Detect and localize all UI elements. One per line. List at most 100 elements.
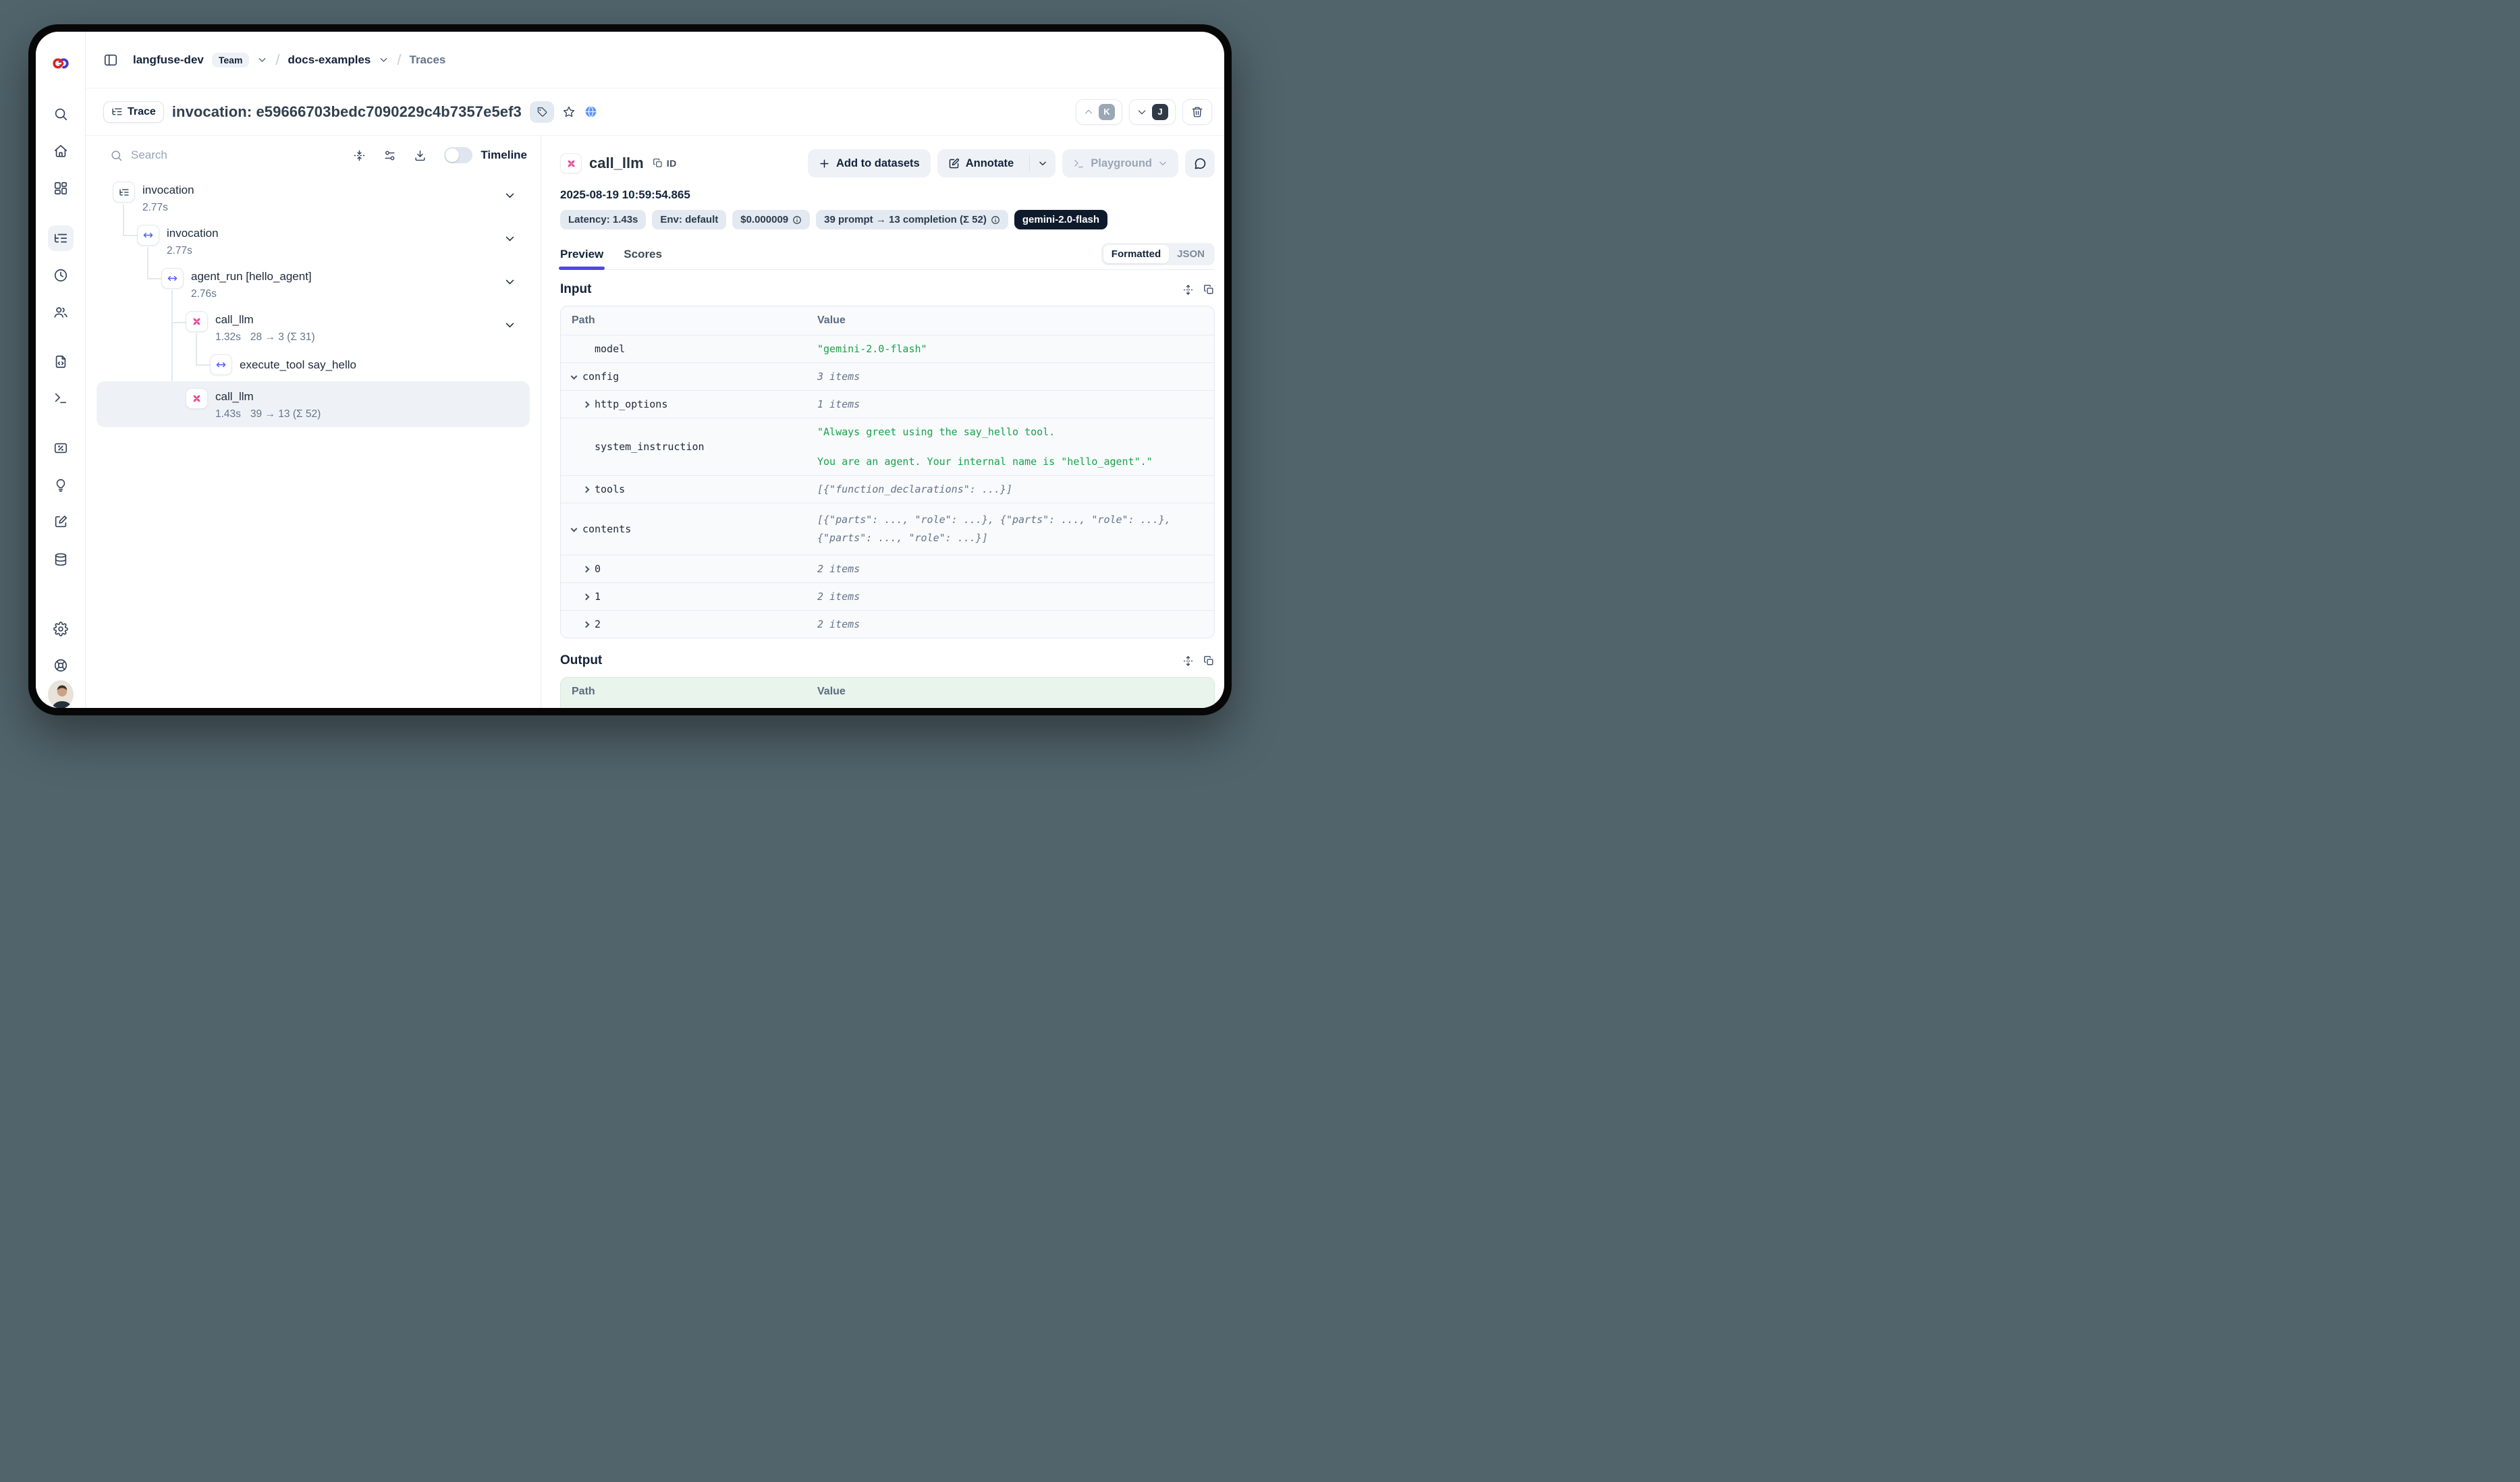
collapse-all-button[interactable] — [353, 149, 366, 162]
panel-toggle-button[interactable] — [103, 53, 118, 67]
breadcrumb-project[interactable]: docs-examples — [288, 53, 371, 67]
comments-button[interactable] — [1185, 149, 1215, 177]
prev-trace-button[interactable]: K — [1076, 99, 1122, 125]
playground-button[interactable]: Playground — [1062, 149, 1178, 177]
annotate-button[interactable]: Annotate — [937, 149, 1024, 177]
tags-button[interactable] — [530, 101, 554, 123]
collapse-node-button[interactable] — [504, 233, 516, 244]
sidebar-item-playground[interactable] — [48, 385, 74, 411]
tab-scores[interactable]: Scores — [624, 239, 662, 269]
observation-title: call_llm — [589, 155, 644, 172]
sidebar-item-annotation[interactable] — [48, 509, 74, 534]
panel-left-icon — [103, 53, 118, 67]
org-switcher-button[interactable] — [257, 55, 267, 65]
chevron-right-icon — [583, 622, 590, 628]
lifebuoy-icon — [53, 658, 68, 673]
sidebar-item-home[interactable] — [48, 138, 74, 164]
chevron-down-icon — [379, 55, 389, 65]
sidebar-item-settings[interactable] — [48, 616, 74, 642]
breadcrumb-separator: / — [275, 51, 279, 69]
add-to-datasets-button[interactable]: Add to datasets — [808, 149, 931, 177]
timeline-toggle[interactable] — [444, 147, 472, 163]
format-json-button[interactable]: JSON — [1169, 245, 1213, 263]
format-formatted-button[interactable]: Formatted — [1103, 245, 1169, 263]
list-tree-icon — [111, 106, 123, 117]
public-share-button[interactable] — [584, 105, 598, 119]
sidebar-item-tracing[interactable] — [48, 225, 74, 251]
next-trace-button[interactable]: J — [1129, 99, 1176, 125]
bookmark-star-button[interactable] — [562, 105, 576, 119]
table-row-config[interactable]: config 3 items — [561, 362, 1214, 390]
table-row-contents-2[interactable]: 2 2 items — [561, 610, 1214, 638]
expand-section-button[interactable] — [1182, 655, 1194, 667]
chevron-down-icon — [1158, 159, 1168, 168]
sidebar-item-users[interactable] — [48, 300, 74, 325]
breadcrumb-separator: / — [397, 51, 401, 69]
sidebar-item-support[interactable] — [48, 653, 74, 678]
sidebar-item-evaluation[interactable] — [48, 435, 74, 461]
collapse-node-button[interactable] — [504, 319, 516, 331]
copy-id-button[interactable]: ID — [653, 158, 677, 169]
gear-icon — [53, 622, 68, 636]
table-row-contents-0[interactable]: 0 2 items — [561, 555, 1214, 582]
expand-section-button[interactable] — [1182, 284, 1194, 296]
breadcrumb-page[interactable]: Traces — [410, 53, 446, 67]
table-row-content[interactable]: content 2 items — [561, 706, 1214, 708]
pen-square-icon — [948, 158, 960, 169]
langfuse-app: langfuse-dev Team / docs-examples / Trac… — [36, 32, 1224, 708]
sidebar — [36, 32, 86, 708]
sidebar-item-sessions[interactable] — [48, 263, 74, 288]
table-row-tools[interactable]: tools [{"function_declarations": ...}] — [561, 475, 1214, 503]
trace-type-label: Trace — [128, 106, 156, 118]
generation-icon-chip — [560, 153, 582, 173]
user-avatar[interactable] — [48, 682, 74, 707]
avatar-photo — [48, 680, 74, 708]
terminal-icon — [1073, 158, 1085, 169]
chevron-down-icon — [1038, 159, 1047, 168]
chevron-down-icon — [571, 526, 578, 532]
collapse-node-button[interactable] — [504, 276, 516, 287]
copy-section-button[interactable] — [1203, 655, 1215, 667]
table-row-system-instruction: system_instruction "Always greet using t… — [561, 418, 1214, 475]
input-section-header: Input — [560, 282, 1215, 297]
copy-icon — [653, 158, 663, 169]
plus-icon — [819, 158, 830, 169]
trace-type-chip: Trace — [103, 101, 164, 123]
table-row-http-options[interactable]: http_options 1 items — [561, 390, 1214, 418]
move-horizontal-icon — [142, 229, 154, 241]
search-icon — [110, 149, 123, 162]
star-icon — [562, 105, 576, 119]
output-table: Path Value content 2 items — [560, 677, 1215, 708]
message-bubble-icon — [1194, 157, 1207, 170]
model-badge[interactable]: gemini-2.0-flash — [1014, 210, 1107, 229]
chevron-up-icon — [1083, 107, 1094, 117]
table-row-contents-1[interactable]: 1 2 items — [561, 582, 1214, 610]
env-badge: Env: default — [652, 210, 726, 229]
generation-pinwheel-icon — [191, 393, 202, 404]
copy-section-button[interactable] — [1203, 284, 1215, 296]
sidebar-item-search[interactable] — [48, 101, 74, 127]
tab-preview[interactable]: Preview — [560, 239, 603, 269]
sidebar-item-prompts[interactable] — [48, 349, 74, 375]
column-header-value: Value — [806, 306, 1214, 335]
breadcrumb-org[interactable]: langfuse-dev — [133, 53, 204, 67]
table-row-contents[interactable]: contents [{"parts": ..., "role": ...}, {… — [561, 503, 1214, 555]
sidebar-item-datasets[interactable] — [48, 547, 74, 572]
tag-icon — [537, 107, 547, 117]
download-icon — [414, 149, 427, 162]
sidebar-item-insights[interactable] — [48, 472, 74, 498]
clipboard-pen-icon — [53, 514, 68, 529]
trash-icon — [1191, 106, 1203, 118]
collapse-node-button[interactable] — [504, 190, 516, 201]
project-switcher-button[interactable] — [379, 55, 389, 65]
delete-trace-button[interactable] — [1182, 99, 1212, 125]
view-settings-button[interactable] — [383, 149, 396, 162]
annotate-dropdown-button[interactable] — [1029, 155, 1056, 171]
tree-search-input[interactable] — [131, 148, 232, 162]
chevron-right-icon — [583, 487, 590, 493]
dashboard-grid-icon — [53, 181, 68, 196]
sidebar-item-dashboards[interactable] — [48, 175, 74, 201]
column-header-path: Path — [561, 306, 806, 335]
download-button[interactable] — [414, 149, 427, 162]
clock-icon — [53, 268, 68, 283]
